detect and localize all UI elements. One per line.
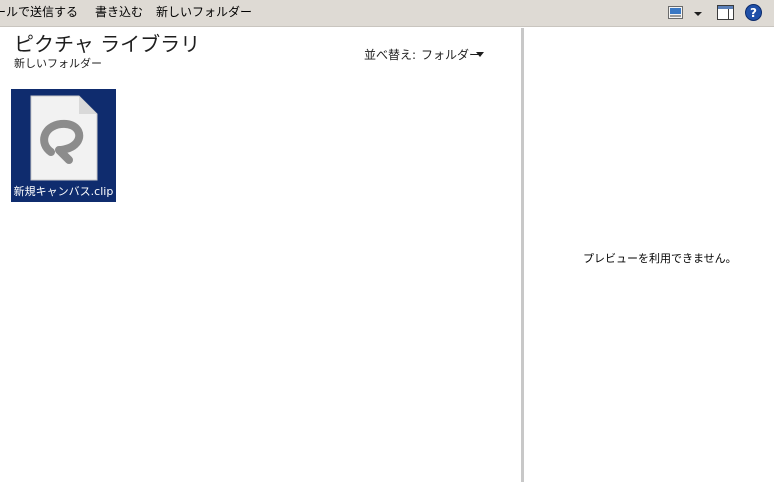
help-icon[interactable]: ? [745,4,762,21]
burn-button[interactable]: 書き込む [95,5,143,19]
file-item[interactable]: 新規キャンバス.clip [11,89,116,202]
preview-message: プレビューを利用できません。 [583,252,737,265]
preview-pane: プレビューを利用できません。 [524,28,774,482]
library-subtitle: 新しいフォルダー [14,57,102,70]
email-button[interactable]: ールで送信する [0,5,78,19]
command-toolbar: ールで送信する 書き込む 新しいフォルダー ? [0,0,774,27]
new-folder-button[interactable]: 新しいフォルダー [156,5,252,19]
file-name: 新規キャンバス.clip [13,185,114,198]
svg-text:?: ? [750,6,757,20]
clip-studio-file-icon [30,95,98,181]
chevron-down-icon[interactable] [692,6,704,22]
sort-label: 並べ替え: [364,48,417,62]
sort-dropdown[interactable]: フォルダー [421,48,481,62]
change-view-icon[interactable] [668,6,683,19]
chevron-down-icon[interactable] [476,52,484,57]
file-list-pane: ピクチャ ライブラリ 新しいフォルダー 並べ替え: フォルダー 新規キャンバス.… [0,28,521,482]
preview-pane-icon[interactable] [717,5,734,20]
library-title: ピクチャ ライブラリ [14,32,201,56]
